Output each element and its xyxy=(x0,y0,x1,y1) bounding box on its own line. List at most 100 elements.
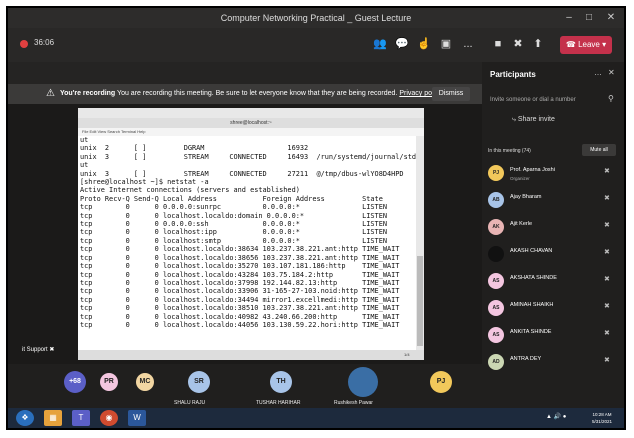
participant-row[interactable]: AK Ajit Kerle ✖ xyxy=(488,216,618,240)
meeting-timer: 36:06 xyxy=(34,38,55,47)
gallery-avatar[interactable]: SR xyxy=(188,371,210,393)
participant-name: Ajit Kerle xyxy=(510,221,533,227)
gallery-avatar[interactable] xyxy=(348,367,378,397)
avatar xyxy=(488,246,504,262)
participant-row[interactable]: PJ Prof. Aparna Joshi Organizer ✖ xyxy=(488,162,618,186)
terminal-line: tcp 0 0 localhost.localdo:34494 mirror1.… xyxy=(80,295,400,304)
start-icon[interactable]: ❖ xyxy=(16,410,34,426)
avatar: AD xyxy=(488,354,504,370)
avatar: PJ xyxy=(488,165,504,181)
page-indicator: 1/4 xyxy=(404,352,410,357)
gallery-avatar[interactable]: +68 xyxy=(64,371,86,393)
terminal-line: tcp 0 0 localhost.localdo:44056 103.130.… xyxy=(80,320,400,329)
banner-prefix: You're recording xyxy=(60,90,116,97)
word-icon[interactable]: W xyxy=(128,410,146,426)
gallery-avatar[interactable]: PR xyxy=(100,373,118,391)
participant-row[interactable]: AD ANTRA DEY ✖ xyxy=(488,351,618,375)
participant-row[interactable]: AS ANKITA SHINDE ✖ xyxy=(488,324,618,348)
mic-muted-icon[interactable]: ✖ xyxy=(604,302,610,310)
more-actions-button[interactable]: ... xyxy=(460,36,476,52)
window-titlebar: Computer Networking Practical _ Guest Le… xyxy=(8,8,624,28)
gallery-name: SHALU RAJU xyxy=(174,400,206,406)
search-icon[interactable]: ⚲ xyxy=(608,94,614,103)
scroll-thumb xyxy=(417,256,423,346)
shared-browser-bar xyxy=(78,108,424,118)
avatar: AB xyxy=(488,192,504,208)
chrome-icon[interactable]: ◉ xyxy=(100,410,118,426)
mic-muted-icon[interactable]: ✖ xyxy=(604,167,610,175)
mic-muted-icon[interactable]: ✖ xyxy=(604,194,610,202)
avatar: AS xyxy=(488,300,504,316)
participants-icon[interactable]: 👥 xyxy=(372,36,388,52)
file-explorer-icon[interactable]: ▦ xyxy=(44,410,62,426)
terminal-menu: File Edit View Search Terminal Help xyxy=(78,128,424,136)
mic-muted-icon[interactable]: ✖ xyxy=(604,248,610,256)
share-icon: ⤷ xyxy=(512,116,516,123)
share-invite-button[interactable]: ⤷ Share invite xyxy=(512,116,555,124)
recording-icon xyxy=(20,40,28,48)
mic-muted-icon[interactable]: ✖ xyxy=(604,329,610,337)
avatar: AS xyxy=(488,327,504,343)
participant-row[interactable]: AB Ajay Bharam ✖ xyxy=(488,189,618,213)
participant-name: AKSHATA SHINDE xyxy=(510,275,557,281)
clock-time: 10:28 AM xyxy=(592,412,612,417)
teams-icon[interactable]: T xyxy=(72,410,90,426)
mic-muted-icon[interactable]: ✖ xyxy=(604,275,610,283)
share-invite-label: Share invite xyxy=(517,116,555,123)
terminal-line: tcp 0 0 localhost.localdo:38656 103.237.… xyxy=(80,253,400,262)
terminal-line: unix 3 [ ] STREAM CONNECTED 27211 @/tmp/… xyxy=(80,169,404,178)
terminal-line: tcp 0 0 localhost.localdo:domain 0.0.0.0… xyxy=(80,211,387,220)
terminal-line: tcp 0 0 0.0.0.0:sunrpc 0.0.0.0:* LISTEN xyxy=(80,203,387,212)
shared-statusbar: 1/4 xyxy=(78,350,424,360)
share-screen-icon[interactable]: ⬆ xyxy=(530,36,546,52)
maximize-button[interactable]: □ xyxy=(580,8,598,28)
meeting-toolbar: 36:06 👥 💬 ☝ ▣ ... ■ ✖ ⬆ ☎ Leave ▾ xyxy=(8,28,624,62)
terminal-line: [shree@localhost ~]$ netstat -a xyxy=(80,178,209,187)
mic-muted-icon: ✖ xyxy=(49,347,55,353)
reactions-icon[interactable]: ☝ xyxy=(416,36,432,52)
more-icon[interactable]: … xyxy=(594,68,602,77)
participant-row[interactable]: AS AMINAH SHAIKH ✖ xyxy=(488,297,618,321)
participant-row[interactable]: AS AKSHATA SHINDE ✖ xyxy=(488,270,618,294)
warning-icon: ⚠ xyxy=(46,88,55,99)
windows-taskbar: ❖ ▦ T ◉ W ▲ 🔊 ● 10:28 AM 5/31/2021 xyxy=(8,408,624,428)
close-button[interactable]: ✕ xyxy=(602,8,620,28)
gallery-avatar[interactable]: TH xyxy=(270,371,292,393)
terminal-title: shree@localhost:~ xyxy=(78,118,424,128)
meeting-count[interactable]: In this meeting (74) xyxy=(488,148,531,154)
leave-button[interactable]: ☎ Leave ▾ xyxy=(560,36,612,54)
dismiss-button[interactable]: Dismiss xyxy=(432,87,470,101)
terminal-line: ut xyxy=(80,161,89,170)
terminal-line: tcp 0 0 localhost.localdo:33906 31-165-2… xyxy=(80,287,400,296)
mic-muted-icon[interactable]: ✖ xyxy=(604,221,610,229)
terminal-line: tcp 0 0 localhost:ipp 0.0.0.0:* LISTEN xyxy=(80,228,387,237)
minimize-button[interactable]: – xyxy=(560,8,578,28)
close-icon[interactable]: ✕ xyxy=(608,68,615,77)
gallery-name: TUSHAR HARIHAR xyxy=(256,400,301,406)
rooms-icon[interactable]: ▣ xyxy=(438,36,454,52)
mute-all-button[interactable]: Mute all xyxy=(582,144,616,156)
avatar: AK xyxy=(488,219,504,235)
participant-name: ANTRA DEY xyxy=(510,356,542,362)
shared-screen: shree@localhost:~ File Edit View Search … xyxy=(78,108,424,360)
tray-icons[interactable]: ▲ 🔊 ● xyxy=(546,413,566,420)
mic-muted-icon[interactable]: ✖ xyxy=(604,356,610,364)
avatar: AS xyxy=(488,273,504,289)
gallery-avatar[interactable]: PJ xyxy=(430,371,452,393)
chat-icon[interactable]: 💬 xyxy=(394,36,410,52)
participant-role: Organizer xyxy=(510,176,530,181)
support-label: it Support ✖ xyxy=(22,346,54,353)
participant-name: Ajay Bharam xyxy=(510,194,542,200)
mic-off-icon[interactable]: ✖ xyxy=(510,36,526,52)
terminal-line: tcp 0 0 localhost.localdo:38634 103.237.… xyxy=(80,245,400,254)
participant-row[interactable]: AKASH CHAVAN ✖ xyxy=(488,243,618,267)
gallery-avatar[interactable]: MC xyxy=(136,373,154,391)
camera-off-icon[interactable]: ■ xyxy=(490,36,506,52)
participant-name: Prof. Aparna Joshi xyxy=(510,167,555,173)
chevron-down-icon: ▾ xyxy=(602,40,607,49)
invite-input[interactable]: Invite someone or dial a number xyxy=(490,92,602,108)
phone-icon: ☎ xyxy=(565,40,576,49)
clock: 10:28 AM 5/31/2021 xyxy=(592,411,612,425)
support-text: it Support xyxy=(22,347,48,353)
terminal-line: tcp 0 0 localhost:smtp 0.0.0.0:* LISTEN xyxy=(80,236,387,245)
